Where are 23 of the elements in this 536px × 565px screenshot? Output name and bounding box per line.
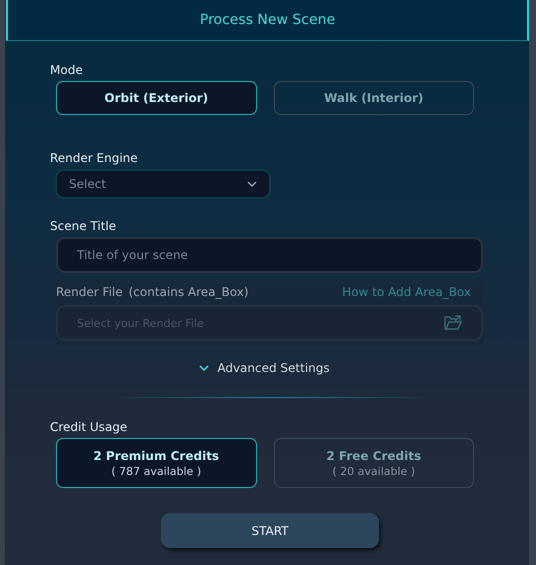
- field-label: Render Engine: [50, 151, 139, 165]
- credit-option[interactable]: 2 Free Credits ( 20 available ): [274, 438, 474, 488]
- mode-option[interactable]: Walk (Interior): [274, 81, 474, 115]
- scene-title-field[interactable]: Title of your scene: [56, 237, 483, 273]
- credit-title: 2 Free Credits: [326, 448, 422, 462]
- panel-title: Process New Scene: [200, 12, 336, 28]
- field-label: Scene Title: [50, 219, 118, 233]
- folder-icon: [444, 315, 462, 331]
- mode-option[interactable]: Orbit (Exterior): [56, 81, 256, 115]
- start-button[interactable]: START: [161, 513, 379, 548]
- chevron-down-icon: [247, 181, 257, 187]
- render-engine-dropdown[interactable]: Select: [55, 169, 271, 199]
- dropdown-placeholder: Select: [69, 177, 106, 191]
- advanced-settings-toggle[interactable]: Advanced Settings: [195, 359, 334, 377]
- chevron-down-icon: [199, 364, 210, 372]
- credit-option[interactable]: 2 Premium Credits ( 787 available ): [56, 438, 256, 488]
- credit-availability: ( 787 available ): [111, 464, 202, 478]
- credit-title: 2 Premium Credits: [93, 448, 220, 462]
- field-label: Render File: [56, 285, 123, 299]
- credit-availability: ( 20 available ): [332, 464, 416, 478]
- field-label: Mode: [50, 63, 84, 77]
- field-label: Credit Usage: [50, 420, 128, 434]
- field-note: (contains Area_Box): [128, 285, 249, 299]
